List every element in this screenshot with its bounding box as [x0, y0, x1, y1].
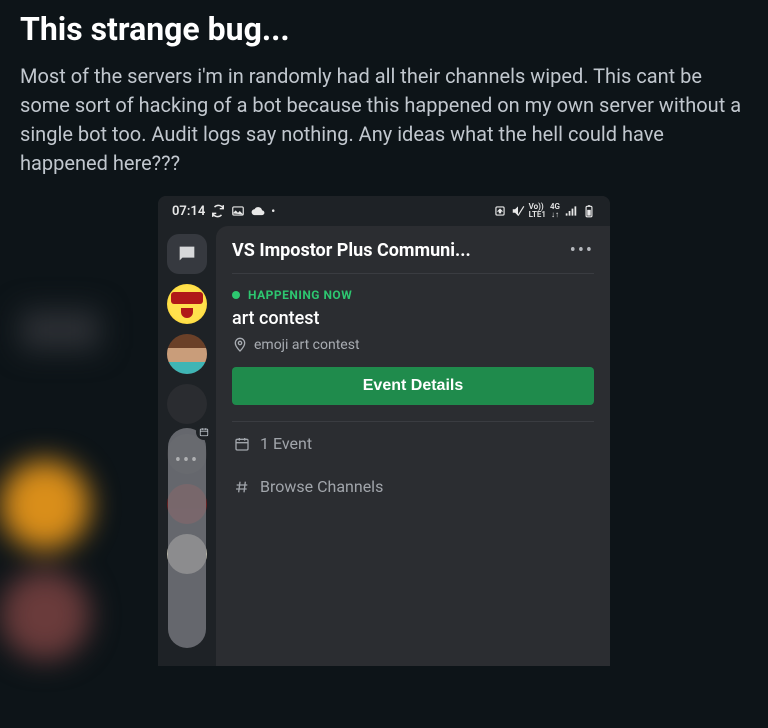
event-card[interactable]: HAPPENING NOW art contest emoji art cont… [232, 274, 594, 422]
volte-label: Vo)) LTE1 [529, 203, 546, 219]
events-row[interactable]: 1 Event [232, 422, 594, 465]
post-title: This strange bug... [20, 10, 748, 48]
post-body: Most of the servers i'm in randomly had … [20, 62, 748, 178]
network-gen: 4G ↓↑ [550, 203, 560, 219]
image-icon [231, 204, 245, 218]
mute-icon [511, 204, 525, 218]
calendar-icon [234, 436, 250, 452]
statusbar-time: 07:14 [172, 204, 205, 219]
discord-channel-panel: VS Impostor Plus Communi... ••• HAPPENIN… [216, 226, 610, 666]
browse-icon [234, 479, 250, 495]
server-icon-steve[interactable] [167, 334, 207, 374]
battery-icon [582, 204, 596, 218]
event-status: HAPPENING NOW [232, 288, 594, 302]
discord-server-rail: ••• [158, 226, 216, 666]
ellipsis-icon: ••• [175, 450, 199, 648]
android-statusbar: 07:14 • Vo)) [158, 196, 610, 226]
server-menu-button[interactable]: ••• [570, 240, 594, 261]
gesture-pill-overlay: ••• [168, 428, 206, 648]
browse-channels-row[interactable]: Browse Channels [232, 465, 594, 508]
server-name[interactable]: VS Impostor Plus Communi... [232, 240, 471, 261]
event-details-button[interactable]: Event Details [232, 367, 594, 405]
cloud-icon [251, 204, 265, 218]
dm-button[interactable] [167, 234, 207, 274]
signal-icon [564, 204, 578, 218]
server-icon-emoji[interactable] [167, 284, 207, 324]
event-title: art contest [232, 308, 594, 329]
screenshot-icon [493, 204, 507, 218]
phone-screenshot: 07:14 • Vo)) [158, 196, 610, 666]
event-location: emoji art contest [232, 337, 594, 353]
browse-label: Browse Channels [260, 477, 383, 496]
server-icon-hidden-1[interactable] [167, 384, 207, 424]
events-label: 1 Event [260, 434, 312, 453]
more-indicator: • [271, 205, 275, 218]
calendar-badge-icon [196, 424, 212, 440]
live-dot-icon [232, 291, 240, 299]
location-icon [232, 337, 248, 353]
sync-icon [211, 204, 225, 218]
